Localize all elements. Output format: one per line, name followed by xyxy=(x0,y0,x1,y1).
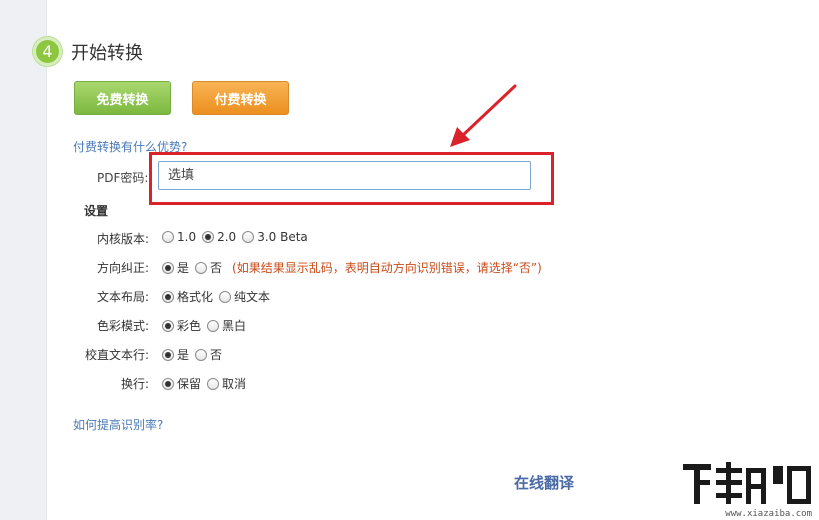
radio-option[interactable]: 是 xyxy=(162,259,189,276)
settings-row-label: 内核版本: xyxy=(96,232,149,246)
radio-option[interactable]: 取消 xyxy=(207,375,246,392)
settings-row-label: 文本布局: xyxy=(96,290,149,304)
settings-title: 设置 xyxy=(84,204,109,218)
radio-option[interactable]: 黑白 xyxy=(207,317,246,334)
radio-option[interactable]: 1.0 xyxy=(162,230,196,244)
radio-option-label: 取消 xyxy=(222,377,247,391)
radio-option[interactable]: 3.0 Beta xyxy=(242,230,308,244)
improve-recognition-link[interactable]: 如何提高识别率? xyxy=(73,416,163,433)
radio-option[interactable]: 格式化 xyxy=(162,288,213,305)
radio-option-label: 保留 xyxy=(177,377,202,391)
radio-option[interactable]: 否 xyxy=(195,259,222,276)
paid-convert-button[interactable]: 付费转换 xyxy=(192,81,289,115)
watermark-url: www.xiazaiba.com xyxy=(725,509,812,519)
radio-button[interactable] xyxy=(207,319,220,332)
radio-option-label: 格式化 xyxy=(177,290,214,304)
radio-button[interactable] xyxy=(162,377,174,390)
radio-button[interactable] xyxy=(207,377,220,390)
radio-option-label: 3.0 Beta xyxy=(257,230,308,244)
radio-option[interactable]: 是 xyxy=(162,346,189,363)
radio-button[interactable] xyxy=(195,348,208,361)
radio-option-label: 纯文本 xyxy=(234,290,271,304)
left-sidebar-strip xyxy=(0,0,47,520)
settings-row-label: 色彩模式: xyxy=(96,319,149,333)
radio-option[interactable]: 纯文本 xyxy=(219,288,270,305)
online-translate-link[interactable]: 在线翻译 xyxy=(514,472,574,493)
radio-button[interactable] xyxy=(162,231,174,243)
step-title: 开始转换 xyxy=(71,42,143,64)
radio-option-label: 2.0 xyxy=(217,230,237,244)
radio-option-label: 否 xyxy=(210,348,223,362)
radio-option-label: 黑白 xyxy=(222,319,247,333)
radio-button[interactable] xyxy=(202,231,215,243)
free-convert-button[interactable]: 免费转换 xyxy=(74,81,171,115)
radio-option[interactable]: 否 xyxy=(195,346,222,363)
radio-option-label: 彩色 xyxy=(177,319,202,333)
radio-option-label: 是 xyxy=(177,348,190,362)
watermark-logo-icon xyxy=(683,462,811,504)
settings-row-label: 方向纠正: xyxy=(96,261,149,275)
radio-option-label: 1.0 xyxy=(177,230,197,244)
pdf-password-input[interactable] xyxy=(158,161,531,190)
step-number-badge: 4 xyxy=(33,37,62,66)
direction-hint-text: (如果结果显示乱码，表明自动方向识别错误，请选择“否”) xyxy=(232,261,542,275)
radio-button[interactable] xyxy=(162,348,174,361)
radio-button[interactable] xyxy=(242,231,255,243)
radio-button[interactable] xyxy=(219,290,232,303)
radio-option[interactable]: 2.0 xyxy=(202,230,236,244)
step-header: 4 开始转换 xyxy=(33,37,143,66)
radio-option[interactable]: 彩色 xyxy=(162,317,201,334)
radio-option[interactable]: 保留 xyxy=(162,375,201,392)
settings-row-label: 校直文本行: xyxy=(84,348,149,362)
radio-button[interactable] xyxy=(195,261,208,274)
radio-option-label: 否 xyxy=(210,261,223,275)
watermark-logo: www.xiazaiba.com xyxy=(683,460,816,520)
radio-button[interactable] xyxy=(162,290,174,303)
radio-option-label: 是 xyxy=(177,261,190,275)
annotation-arrow-icon xyxy=(450,84,517,147)
radio-button[interactable] xyxy=(162,319,174,332)
pdf-password-label: PDF密码: xyxy=(97,171,149,185)
settings-row-label: 换行: xyxy=(120,377,149,391)
radio-button[interactable] xyxy=(162,261,174,274)
